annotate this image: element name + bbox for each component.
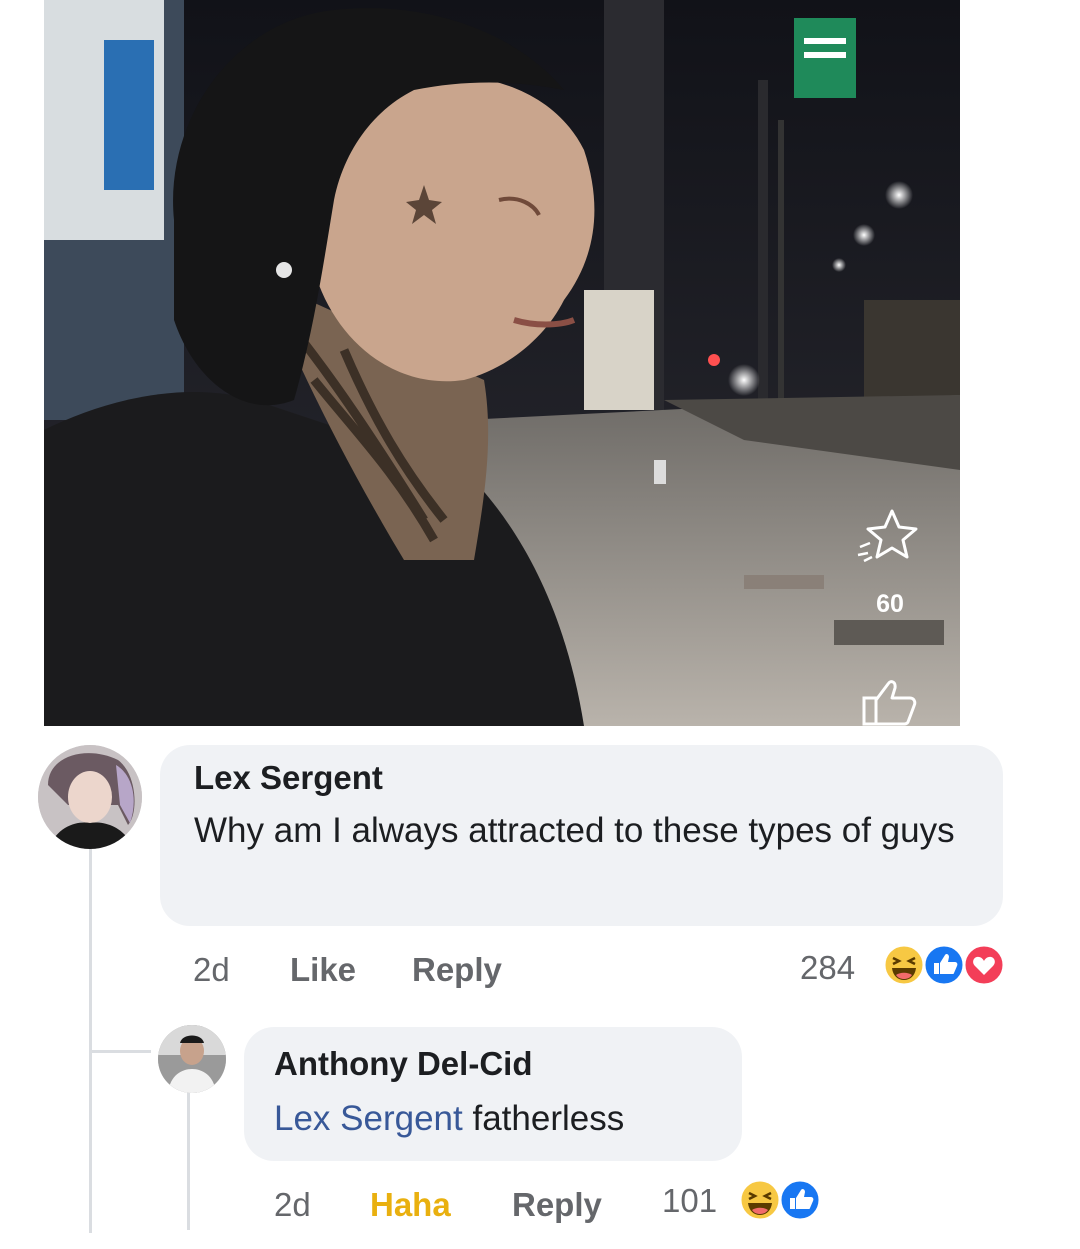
video-frame[interactable]: 60 — [44, 0, 960, 726]
reaction-summary[interactable] — [734, 1179, 824, 1221]
haha-reaction-icon — [738, 1179, 782, 1221]
reaction-summary[interactable] — [874, 944, 1006, 986]
thumbs-up-outline-icon[interactable] — [858, 676, 918, 726]
thread-connector-line — [89, 848, 92, 1233]
reply-author[interactable]: Anthony Del-Cid — [274, 1045, 532, 1083]
avatar[interactable] — [158, 1025, 226, 1093]
reply-text: Lex Sergent fatherless — [274, 1093, 624, 1145]
love-reaction-icon — [962, 944, 1006, 986]
haha-button[interactable]: Haha — [370, 1186, 451, 1224]
profile-photo-icon — [158, 1025, 226, 1093]
star-count: 60 — [876, 590, 904, 618]
profile-photo-icon — [38, 745, 142, 849]
like-reaction-icon — [922, 944, 966, 986]
comment-author[interactable]: Lex Sergent — [194, 759, 383, 797]
reply-button[interactable]: Reply — [412, 951, 502, 989]
reply-timestamp[interactable]: 2d — [274, 1186, 311, 1224]
like-button[interactable]: Like — [290, 951, 356, 989]
mention-link[interactable]: Lex Sergent — [274, 1099, 463, 1138]
reply-button[interactable]: Reply — [512, 1186, 602, 1224]
avatar[interactable] — [38, 745, 142, 849]
reaction-count[interactable]: 284 — [800, 949, 855, 987]
reaction-count[interactable]: 101 — [662, 1182, 717, 1220]
haha-reaction-icon — [882, 944, 926, 986]
star-sparkle-icon[interactable] — [856, 505, 920, 565]
comment-text: Why am I always attracted to these types… — [194, 811, 955, 850]
thread-connector-elbow — [89, 1050, 151, 1053]
video-still-image — [44, 0, 960, 726]
reply-connector-line — [187, 1090, 190, 1230]
like-reaction-icon — [778, 1179, 822, 1221]
comment-timestamp[interactable]: 2d — [193, 951, 230, 989]
reply-body: fatherless — [472, 1099, 625, 1138]
